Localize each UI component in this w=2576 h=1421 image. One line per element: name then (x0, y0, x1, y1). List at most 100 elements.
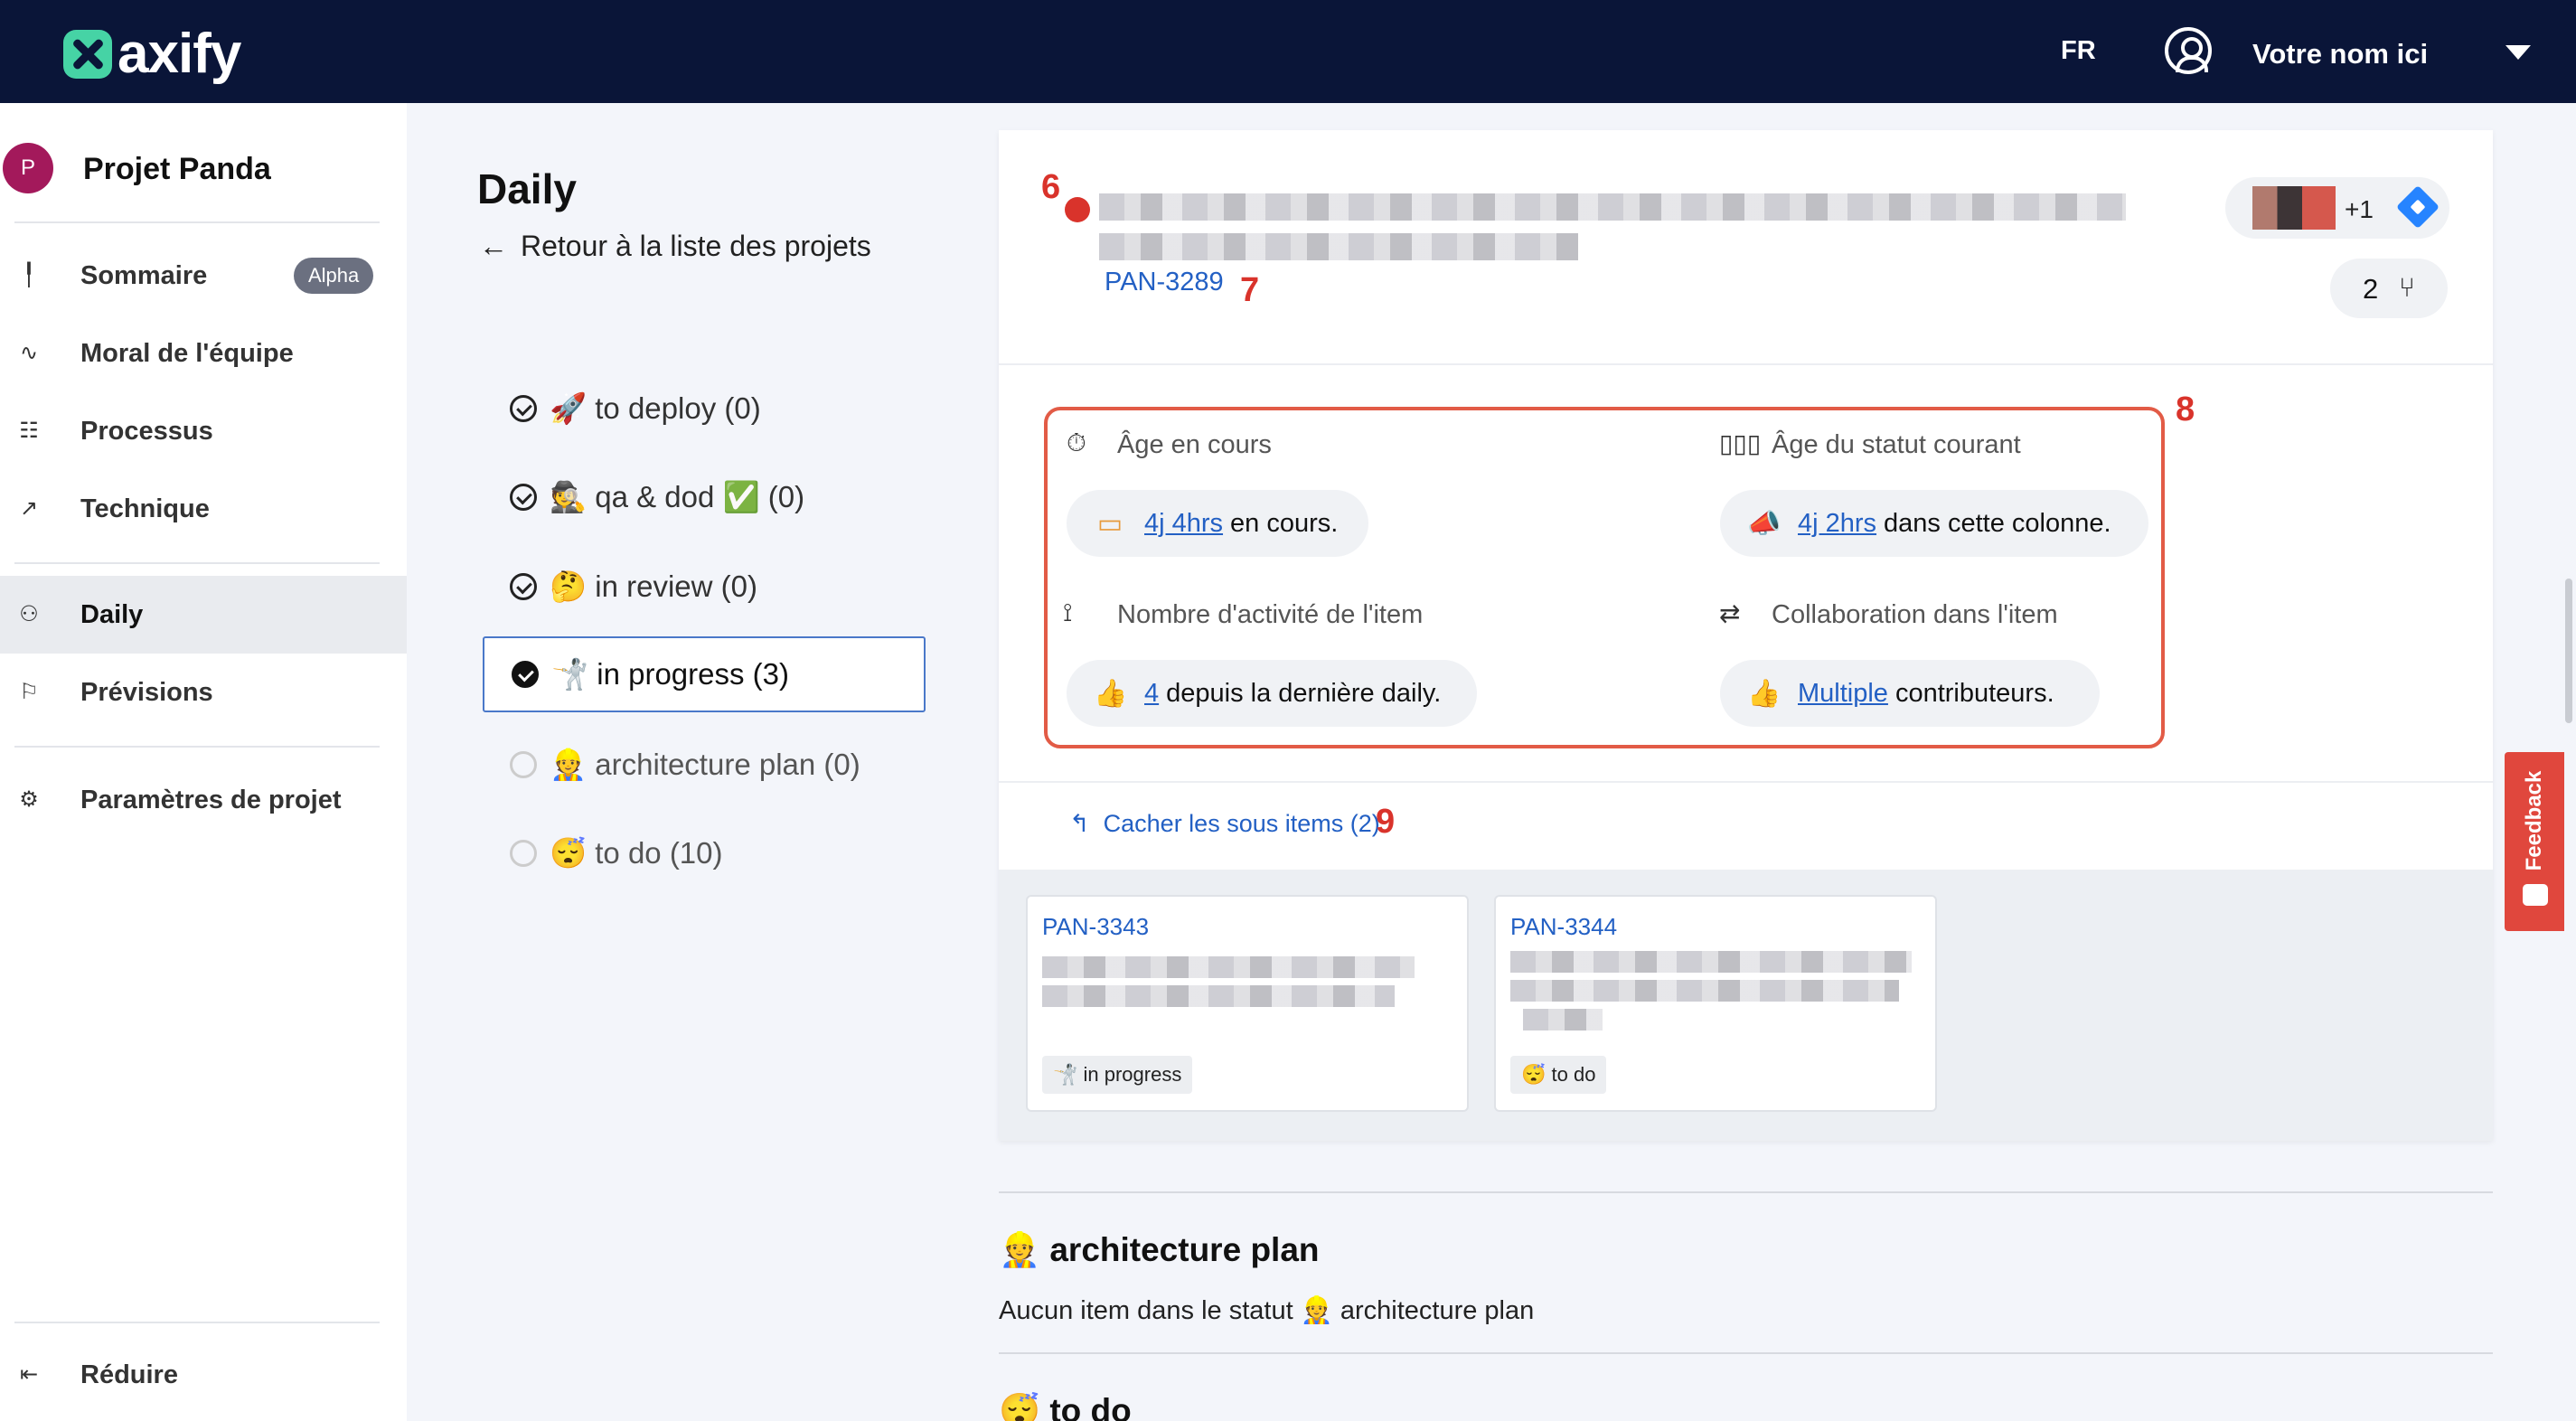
subitem-status-badge: 😴 to do (1510, 1056, 1607, 1094)
collaboration-icon: ⇄ (1719, 599, 1741, 627)
status-label: 🤔 in review (0) (550, 569, 757, 603)
age-label: Âge en cours (1117, 430, 1272, 459)
feedback-button[interactable]: Feedback (2505, 752, 2564, 931)
age-suffix: en cours. (1230, 508, 1339, 538)
activity-suffix: depuis la dernière daily. (1166, 678, 1442, 708)
status-filter-to-deploy[interactable]: 🚀 to deploy (0) (483, 371, 926, 447)
sidebar-item-daily[interactable]: ⚇ Daily (0, 576, 407, 654)
annotation-7: 7 (1240, 271, 1260, 309)
check-circle-filled-icon (512, 661, 539, 688)
issue-key-link[interactable]: PAN-3289 (1105, 268, 1224, 297)
axify-logo-icon (63, 29, 112, 79)
collab-value-link[interactable]: Multiple (1798, 679, 1888, 709)
status-label: 👷 architecture plan (0) (550, 747, 860, 781)
sidebar-item-label: Moral de l'équipe (80, 338, 294, 368)
back-to-projects-link[interactable]: ← Retour à la liste des projets (479, 230, 871, 263)
activity-icon: ⟟ (1063, 598, 1073, 626)
back-label: Retour à la liste des projets (521, 230, 871, 262)
sidebar-item-label: Prévisions (80, 677, 213, 707)
jira-icon[interactable] (2395, 184, 2440, 230)
collapse-label: Réduire (80, 1360, 178, 1389)
page-title: Daily (477, 165, 577, 212)
card-divider (999, 363, 2493, 365)
collab-suffix: contributeurs. (1894, 678, 2054, 708)
empty-circle-icon (510, 840, 537, 867)
activity-label: Nombre d'activité de l'item (1117, 600, 1424, 629)
sidebar-item-parametres[interactable]: ⚙ Paramètres de projet (0, 761, 407, 839)
subtask-count[interactable]: 2 ⑂ (2330, 259, 2448, 318)
blurred-title (1042, 956, 1415, 978)
hide-subitems-label: Cacher les sous items (2) (1103, 810, 1380, 837)
hide-subitems-button[interactable]: ↰ Cacher les sous items (2) (1069, 810, 1380, 838)
comment-icon: ▭ (1096, 508, 1123, 539)
annotation-9: 9 (1376, 803, 1396, 841)
extra-assignees-count: +1 (2345, 195, 2374, 223)
status-age-label: Âge du statut courant (1772, 430, 2021, 459)
axify-logo[interactable]: axify (63, 22, 241, 86)
card-divider (999, 781, 2493, 783)
language-switch[interactable]: FR (2061, 36, 2096, 66)
flag-icon: ⚐ (19, 680, 39, 704)
blurred-title (1099, 193, 2126, 221)
subtask-icon: ⑂ (2399, 273, 2415, 303)
subitem-key[interactable]: PAN-3343 (1042, 913, 1149, 941)
status-filter-in-progress[interactable]: 🤺 in progress (3) (483, 636, 926, 712)
status-label: 🚀 to deploy (0) (550, 391, 761, 425)
sidebar-item-label: Technique (80, 494, 210, 523)
status-filter-in-review[interactable]: 🤔 in review (0) (483, 549, 926, 625)
status-filter-architecture-plan[interactable]: 👷 architecture plan (0) (483, 727, 926, 803)
logo-text: axify (118, 23, 241, 85)
collapse-sidebar-button[interactable]: ⇤ Réduire (0, 1336, 407, 1414)
status-age-value-link[interactable]: 4j 2hrs (1798, 509, 1876, 539)
return-arrow-icon: ↰ (1069, 810, 1090, 837)
sidebar-item-label: Daily (80, 599, 144, 629)
sidebar-divider (14, 562, 380, 564)
sidebar-item-previsions[interactable]: ⚐ Prévisions (0, 654, 407, 731)
activity-value-link[interactable]: 4 (1144, 679, 1159, 709)
sidebar-divider (14, 746, 380, 748)
sidebar-item-processus[interactable]: ☷ Processus (0, 392, 407, 470)
arrow-left-icon: ← (479, 230, 508, 262)
subitem-key[interactable]: PAN-3344 (1510, 913, 1617, 941)
avatar (2252, 186, 2336, 230)
user-avatar-icon[interactable] (2165, 27, 2212, 74)
blurred-title (1510, 951, 1912, 973)
subtask-count-value: 2 (2363, 273, 2379, 305)
blurred-title (1523, 1009, 1603, 1030)
thumbs-up-icon: 👍 (1747, 678, 1782, 709)
blurred-title (1099, 233, 1578, 260)
status-filter-to-do[interactable]: 😴 to do (10) (483, 815, 926, 891)
chat-icon (2523, 884, 2548, 906)
scrollbar[interactable] (2565, 579, 2572, 723)
process-icon: ☷ (19, 419, 39, 443)
activity-metric: 👍 4 depuis la dernière daily. (1067, 660, 1477, 727)
section-title-architecture-plan: 👷 architecture plan (999, 1231, 1320, 1268)
blurred-title (1510, 980, 1899, 1002)
assignees[interactable]: +1 (2225, 177, 2449, 239)
daily-icon: ⚇ (19, 602, 39, 626)
subitem-card[interactable]: PAN-3343 🤺 in progress (1026, 895, 1469, 1112)
empty-section-text: Aucun item dans le statut 👷 architecture… (999, 1296, 1535, 1325)
status-label: 🕵️ qa & dod ✅ (0) (550, 479, 805, 513)
megaphone-icon: 📣 (1747, 508, 1782, 539)
pin-icon: ╿ (22, 263, 36, 287)
priority-dot (1065, 197, 1090, 222)
sidebar-item-label: Paramètres de projet (80, 785, 342, 814)
sidebar-item-sommaire[interactable]: ╿ Sommaire Alpha (0, 237, 407, 315)
chevron-down-icon[interactable] (2505, 45, 2531, 60)
blurred-title (1042, 985, 1395, 1007)
sidebar-item-technique[interactable]: ↗ Technique (0, 470, 407, 548)
sidebar-divider (14, 1322, 380, 1323)
age-metric: ▭ 4j 4hrs en cours. (1067, 490, 1368, 557)
collab-label: Collaboration dans l'item (1772, 600, 2058, 629)
empty-circle-icon (510, 751, 537, 778)
status-label: 😴 to do (10) (550, 835, 723, 870)
sidebar-item-moral[interactable]: ∿ Moral de l'équipe (0, 315, 407, 392)
user-name[interactable]: Votre nom ici (2252, 38, 2428, 71)
sidebar-item-label: Processus (80, 416, 213, 446)
collab-metric: 👍 Multiple contributeurs. (1720, 660, 2100, 727)
chart-line-icon: ↗ (19, 496, 39, 521)
subitem-card[interactable]: PAN-3344 😴 to do (1494, 895, 1937, 1112)
status-filter-qa-dod[interactable]: 🕵️ qa & dod ✅ (0) (483, 459, 926, 535)
age-value-link[interactable]: 4j 4hrs (1144, 509, 1223, 539)
